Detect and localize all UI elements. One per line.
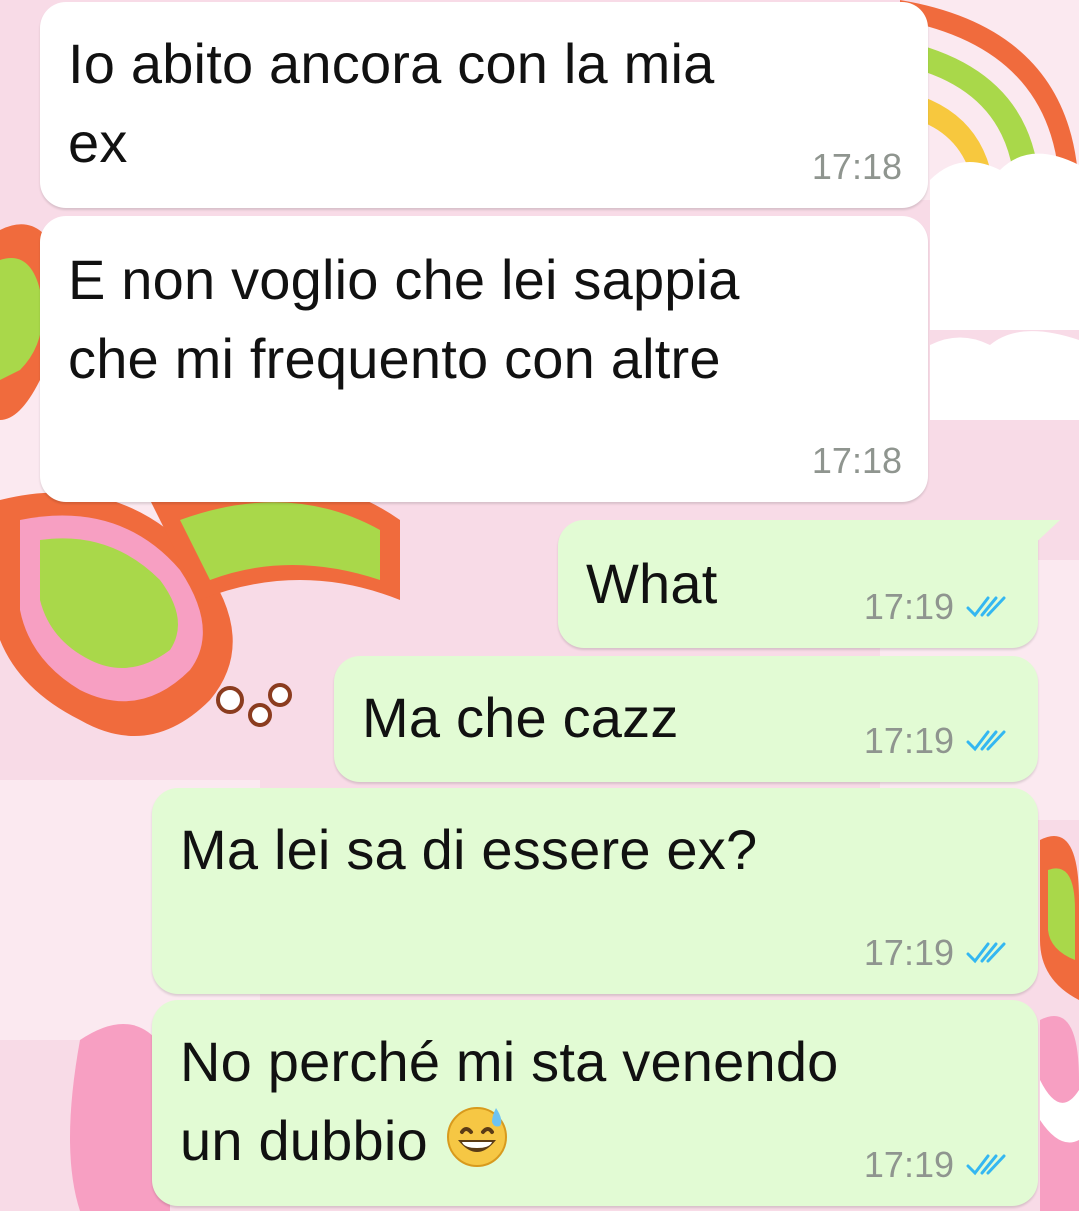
message-meta: 17:19 bbox=[864, 932, 1012, 974]
message-timestamp: 17:19 bbox=[863, 720, 954, 761]
message-timestamp: 17:19 bbox=[863, 586, 954, 627]
message-meta: 17:18 bbox=[812, 146, 902, 188]
double-check-icon bbox=[966, 1154, 1006, 1176]
message-text: Io abito ancora con la mia ex bbox=[68, 32, 715, 174]
incoming-message-bubble[interactable]: Io abito ancora con la mia ex 17:18 bbox=[40, 2, 928, 208]
outgoing-message-bubble[interactable]: Ma lei sa di essere ex? 17:19 bbox=[152, 788, 1038, 994]
message-text: E non voglio che lei sappia che mi frequ… bbox=[68, 248, 740, 390]
message-meta: 17:19 bbox=[864, 586, 1012, 628]
message-meta: 17:19 bbox=[864, 1144, 1012, 1186]
message-timestamp: 17:19 bbox=[863, 932, 954, 973]
outgoing-message-bubble[interactable]: What 17:19 bbox=[558, 520, 1038, 648]
chat-thread[interactable]: Io abito ancora con la mia ex 17:18 E no… bbox=[0, 0, 1079, 1211]
message-timestamp: 17:19 bbox=[863, 1144, 954, 1185]
double-check-icon bbox=[966, 596, 1006, 618]
grinning-face-with-sweat-icon bbox=[446, 1107, 507, 1167]
double-check-icon bbox=[966, 942, 1006, 964]
message-timestamp: 17:18 bbox=[811, 146, 902, 187]
outgoing-message-bubble[interactable]: No perché mi sta venendo un dubbio 17:19 bbox=[152, 1000, 1038, 1206]
double-check-icon bbox=[966, 730, 1006, 752]
bubble-tail bbox=[1030, 520, 1060, 548]
message-meta: 17:18 bbox=[812, 440, 902, 482]
outgoing-message-bubble[interactable]: Ma che cazz 17:19 bbox=[334, 656, 1038, 782]
incoming-message-bubble[interactable]: E non voglio che lei sappia che mi frequ… bbox=[40, 216, 928, 502]
message-timestamp: 17:18 bbox=[811, 440, 902, 481]
message-text: Ma lei sa di essere ex? bbox=[180, 818, 758, 881]
message-meta: 17:19 bbox=[864, 720, 1012, 762]
